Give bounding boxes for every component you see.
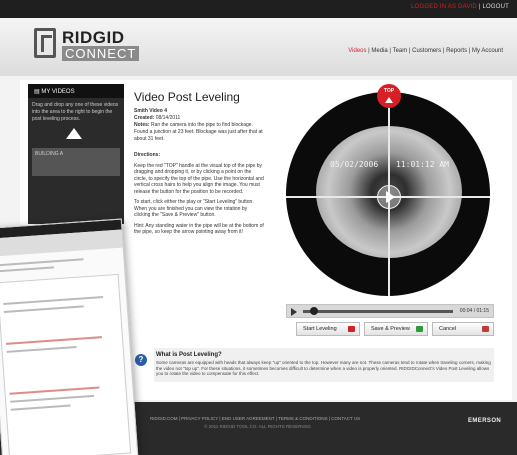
- sidebar-instructions: Drag and drop any one of these videos in…: [32, 102, 119, 122]
- overlay-line: [10, 404, 71, 411]
- nav-item-customers[interactable]: Customers: [412, 48, 441, 54]
- top-handle-label: TOP: [383, 88, 395, 94]
- video-name: Smith Video 4: [134, 108, 167, 114]
- overlay-line: [6, 336, 102, 345]
- start-leveling-label: Start Leveling: [303, 326, 337, 332]
- cancel-icon: [482, 326, 489, 332]
- start-leveling-button[interactable]: Start Leveling: [296, 322, 360, 336]
- play-icon: [386, 191, 395, 203]
- seek-track[interactable]: [303, 310, 453, 313]
- cancel-button[interactable]: Cancel: [432, 322, 494, 336]
- logo-ridgid-text: RIDGID: [62, 28, 125, 47]
- video-thumbnail-label: BUILDING A: [35, 151, 64, 157]
- start-leveling-icon: [348, 326, 355, 332]
- info-text: Some cameras are equipped with heads tha…: [156, 360, 491, 376]
- video-meta: Smith Video 4 Created: 08/14/2011 Notes:…: [134, 108, 264, 143]
- sidebar-heading-label: MY VIDEOS: [41, 89, 75, 95]
- info-title: What is Post Leveling?: [156, 352, 222, 358]
- seek-handle[interactable]: [309, 307, 318, 315]
- ridgid-logo-icon: [34, 28, 56, 58]
- up-arrow-icon[interactable]: [66, 128, 82, 139]
- overlay-line: [9, 386, 100, 395]
- video-time-overlay: 11:01:12 AM: [396, 160, 449, 169]
- nav-item-reports[interactable]: Reports: [446, 48, 467, 54]
- overlapping-screenshot: [0, 218, 139, 455]
- logged-in-user: LOGGED IN AS DAVID: [411, 4, 477, 10]
- overlay-line: [0, 258, 84, 267]
- video-player-bar: 00:04 / 01:15: [286, 304, 494, 318]
- nav-item-media[interactable]: Media: [371, 48, 387, 54]
- player-time: 00:04 / 01:15: [459, 308, 489, 314]
- overlay-panel: [0, 273, 132, 455]
- save-preview-icon: [416, 326, 423, 332]
- my-videos-sidebar: ▤ MY VIDEOS Drag and drop any one of the…: [28, 84, 124, 224]
- top-handle[interactable]: TOP: [377, 84, 401, 108]
- nav-item-team[interactable]: Team: [393, 48, 408, 54]
- ridgid-connect-logo[interactable]: RIDGID CONNECT: [34, 28, 140, 66]
- nav-item-my-account[interactable]: My Account: [472, 48, 503, 54]
- overlay-line: [3, 296, 104, 305]
- page-title: Video Post Leveling: [134, 90, 240, 104]
- overlay-line: [3, 305, 84, 313]
- app-page: LOGGED IN AS DAVID | LOGOUT Videos | Med…: [0, 0, 517, 455]
- main-nav: Videos | Media | Team | Customers | Repo…: [348, 48, 503, 54]
- login-status: LOGGED IN AS DAVID | LOGOUT: [411, 4, 509, 10]
- directions-text: Directions: Keep the red "TOP" handle at…: [134, 152, 264, 240]
- player-play-icon[interactable]: [291, 308, 297, 316]
- video-thumbnail[interactable]: BUILDING A: [32, 148, 120, 176]
- help-icon: ?: [135, 354, 147, 366]
- top-bar: LOGGED IN AS DAVID | LOGOUT: [0, 0, 517, 18]
- directions-hint: Hint: Any standing water in the pipe wil…: [134, 222, 264, 236]
- save-preview-button[interactable]: Save & Preview: [364, 322, 428, 336]
- overlay-line: [0, 266, 54, 273]
- video-date-overlay: 05/02/2006: [330, 160, 379, 169]
- directions-heading: Directions:: [134, 152, 161, 158]
- footer-links[interactable]: RIDGID.COM | PRIVACY POLICY | END USER A…: [150, 416, 360, 421]
- footer-copyright: © 2011 RIDGID TOOL CO. ALL RIGHTS RESERV…: [204, 424, 311, 429]
- nav-item-videos[interactable]: Videos: [348, 48, 366, 54]
- logout-link[interactable]: LOGOUT: [482, 4, 509, 10]
- emerson-logo: EMERSON: [468, 418, 502, 424]
- overlay-line: [6, 345, 77, 353]
- cancel-label: Cancel: [439, 326, 457, 332]
- save-preview-label: Save & Preview: [371, 326, 410, 332]
- directions-paragraph: To start, click either the play or "Star…: [134, 199, 254, 218]
- notes-row: Notes: Ran the camera into the pipe to f…: [134, 122, 263, 142]
- logo-connect-text: CONNECT: [62, 46, 140, 61]
- sidebar-heading: ▤ MY VIDEOS: [28, 84, 124, 98]
- directions-paragraph: Keep the red "TOP" handle at the visual …: [134, 162, 264, 195]
- created-row: Created: 08/14/2011: [134, 115, 181, 121]
- overlay-line: [10, 394, 95, 403]
